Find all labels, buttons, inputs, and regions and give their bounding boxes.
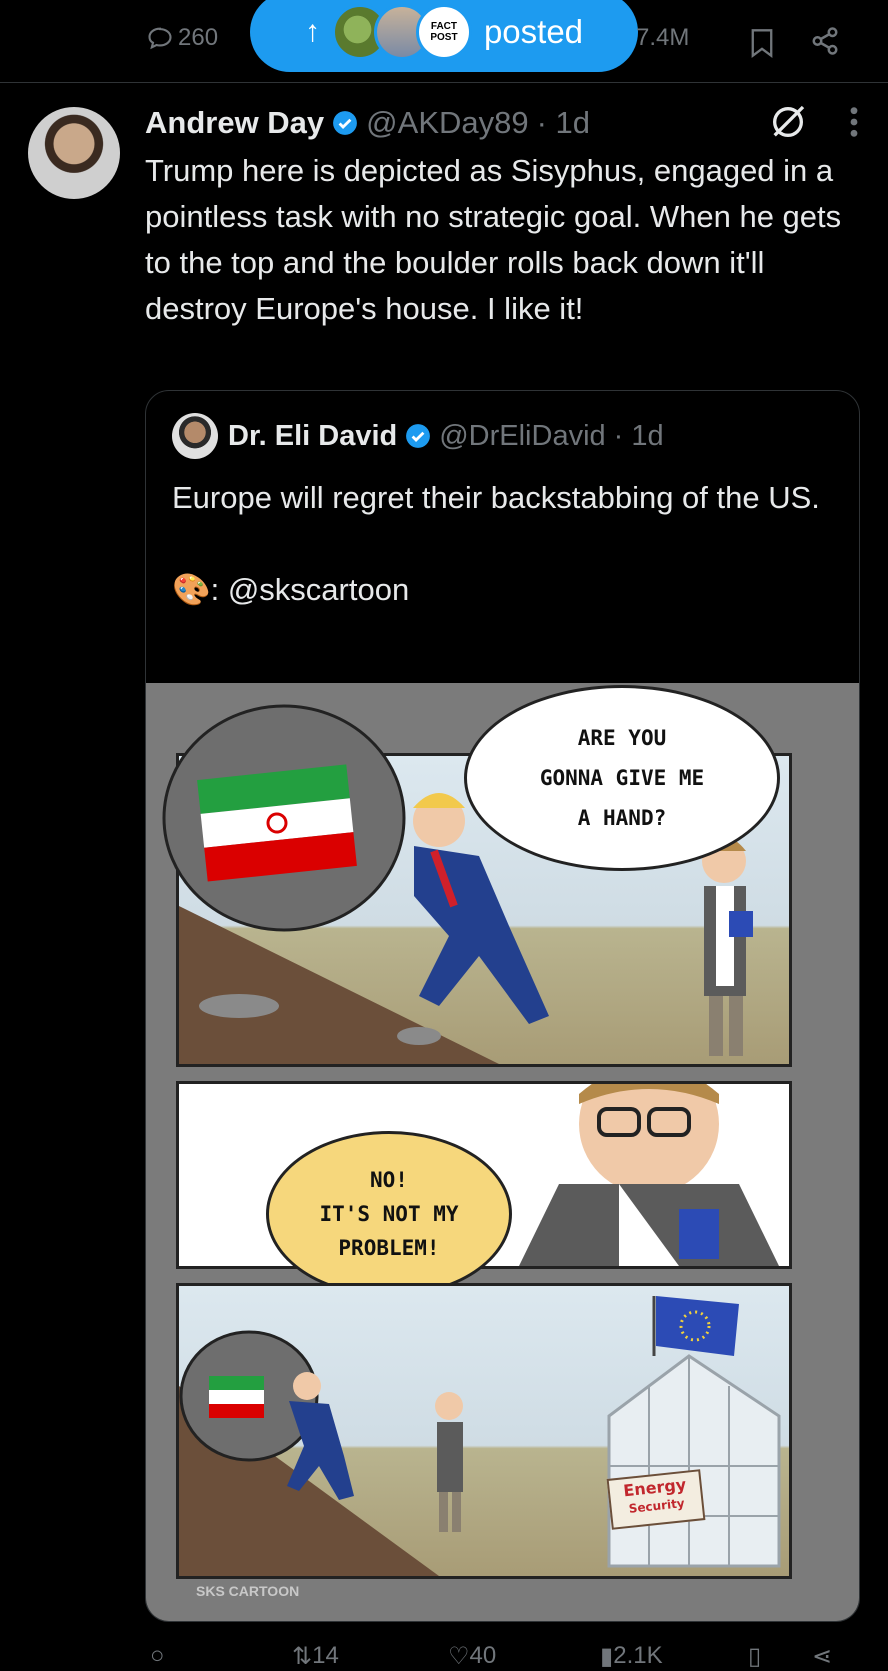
bubble2-line: NO! bbox=[370, 1168, 408, 1192]
bubble2-line: IT'S NOT MY bbox=[319, 1202, 459, 1226]
cartoon-image[interactable]: ARE YOU GONNA GIVE ME A HAND? NO! IT'S N… bbox=[146, 683, 859, 1621]
share-icon[interactable] bbox=[810, 26, 840, 56]
avatar[interactable] bbox=[28, 107, 120, 199]
verified-badge-icon bbox=[406, 424, 431, 448]
fact-post-logo: FACT POST bbox=[430, 21, 458, 43]
watermark: SKS CARTOON bbox=[196, 1583, 300, 1599]
credit-text: : @skscartoon bbox=[210, 572, 410, 607]
poster-avatars: FACT POST bbox=[331, 4, 472, 60]
quote-text-line: Europe will regret their backstabbing of… bbox=[172, 480, 820, 515]
quote-timestamp: · 1d bbox=[613, 419, 664, 452]
artist-palette-icon: 🎨 bbox=[172, 572, 211, 607]
grok-icon[interactable] bbox=[768, 102, 808, 142]
tweet-header: Andrew Day @AKDay89 · 1d bbox=[145, 100, 590, 146]
bubble1-line: A HAND? bbox=[577, 806, 667, 830]
views-button[interactable]: ▮ 2.1K bbox=[600, 1642, 663, 1671]
like-button[interactable]: ♡ 40 bbox=[448, 1642, 496, 1671]
top-action-bar: 260 ↑ FACT POST posted 7.4M bbox=[0, 0, 888, 83]
more-options-icon[interactable] bbox=[848, 105, 860, 139]
quoted-tweet[interactable]: Dr. Eli David @DrEliDavid · 1d Europe wi… bbox=[145, 390, 860, 1622]
quote-credit: 🎨: @skscartoon bbox=[172, 567, 832, 613]
retweet-button[interactable]: ⇅ 14 bbox=[292, 1642, 339, 1671]
reply-icon[interactable]: ○ bbox=[150, 1642, 165, 1670]
avatar: FACT POST bbox=[415, 4, 472, 60]
bubble1-line: GONNA GIVE ME bbox=[539, 766, 705, 790]
reply-icon bbox=[148, 27, 172, 50]
cartoon-panel-3: Energy Security bbox=[176, 1283, 792, 1579]
verified-badge-icon bbox=[333, 111, 358, 135]
bubble1-line: ARE YOU bbox=[577, 726, 667, 750]
author-name[interactable]: Andrew Day bbox=[145, 105, 324, 141]
boulder-iran bbox=[162, 704, 406, 932]
author-handle[interactable]: @AKDay89 bbox=[366, 105, 528, 141]
arrow-up-icon: ↑ bbox=[304, 15, 320, 48]
posted-label: posted bbox=[483, 13, 584, 50]
quote-author-handle: @DrEliDavid bbox=[439, 419, 606, 452]
speech-bubble-2: NO! IT'S NOT MY PROBLEM! bbox=[266, 1131, 512, 1297]
bookmark-icon[interactable]: ▯ bbox=[748, 1642, 761, 1671]
speech-bubble-1: ARE YOU GONNA GIVE ME A HAND? bbox=[464, 685, 780, 871]
tweet-text: Trump here is depicted as Sisyphus, enga… bbox=[145, 153, 842, 326]
view-count[interactable]: 7.4M bbox=[636, 24, 689, 52]
quote-header: Dr. Eli David @DrEliDavid · 1d bbox=[172, 413, 664, 459]
quote-avatar bbox=[172, 413, 218, 459]
timestamp[interactable]: · 1d bbox=[537, 105, 590, 141]
tweet-header-actions bbox=[768, 102, 860, 142]
new-posts-pill[interactable]: ↑ FACT POST posted bbox=[250, 0, 638, 72]
share-icon[interactable]: ⋖ bbox=[812, 1642, 832, 1671]
quote-author-name: Dr. Eli David bbox=[228, 419, 398, 452]
quote-text: Europe will regret their backstabbing of… bbox=[172, 475, 832, 613]
energy-security-sign: Energy Security bbox=[606, 1469, 706, 1530]
reply-count[interactable]: 260 bbox=[146, 24, 218, 52]
bookmark-icon[interactable] bbox=[748, 28, 776, 58]
bubble2-line: PROBLEM! bbox=[338, 1236, 440, 1260]
